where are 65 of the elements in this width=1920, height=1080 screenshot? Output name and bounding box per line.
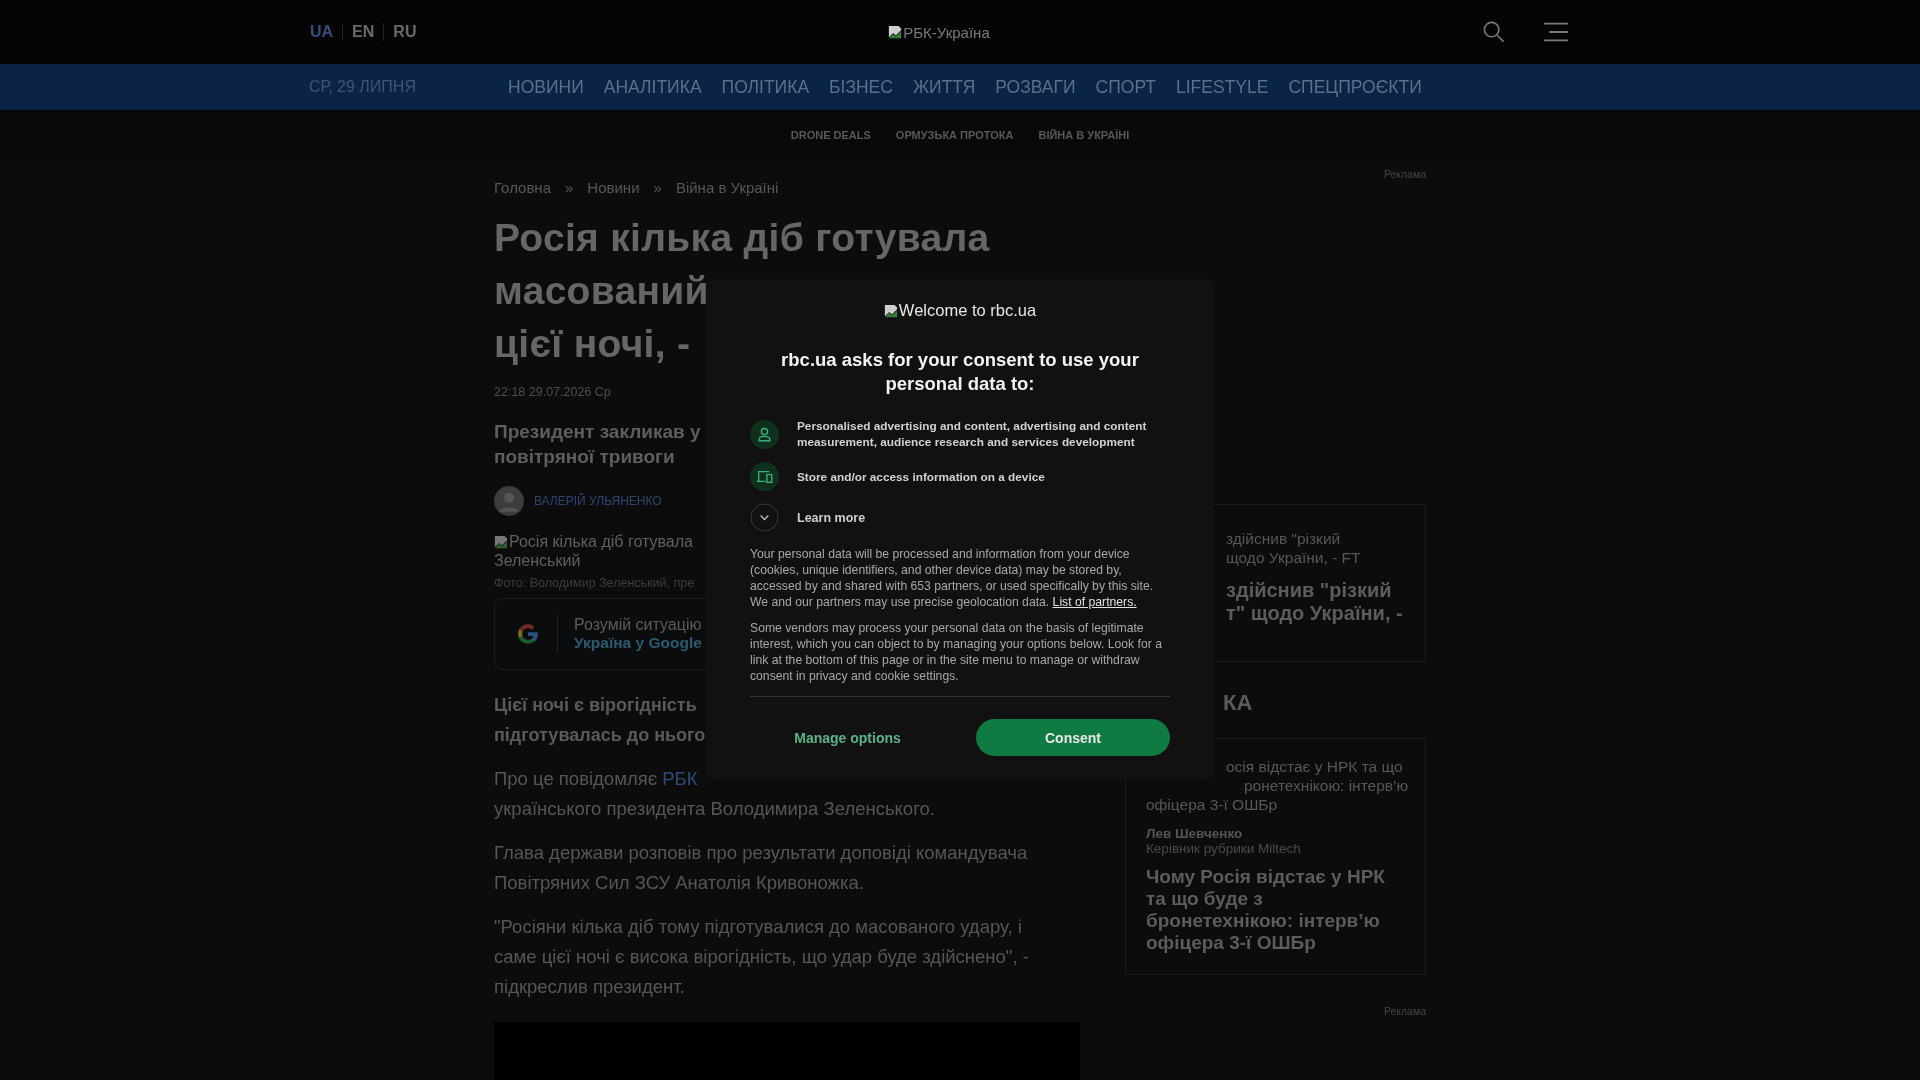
image-alt-text: Зеленський xyxy=(494,551,581,570)
nav-link[interactable]: ПОЛІТИКА xyxy=(721,76,810,98)
breadcrumb-link[interactable]: Головна xyxy=(494,179,551,196)
source-link[interactable]: РБК xyxy=(662,768,698,789)
interview-teaser: ронетехнікою: інтерв’ю xyxy=(1243,776,1409,795)
nav-link[interactable]: РОЗВАГИ xyxy=(995,76,1076,98)
google-card-text: Розумій ситуацію xyxy=(574,616,702,634)
headline: цієї ночі, - xyxy=(494,321,691,367)
headline: масований xyxy=(494,268,709,314)
nav-link[interactable]: АНАЛІТИКА xyxy=(603,76,702,98)
headline: Росія кілька діб готувала xyxy=(494,215,990,261)
lead-text: підготувалась до нього xyxy=(494,724,706,747)
language-link[interactable]: EN xyxy=(342,23,384,41)
interview-title: Чому Росія відстає у НРК та що буде з бронетехнікою: інтерв’ю офіцера 3-ї ОШБр xyxy=(1146,866,1386,954)
interview-teaser: осія відстає у НРК та що xyxy=(1225,757,1403,776)
purpose-text: Store and/or access information on a device xyxy=(797,468,1045,485)
broken-image-icon xyxy=(883,303,898,318)
google-link[interactable]: Україна у Google xyxy=(574,634,702,652)
interview-teaser: офіцера 3-ї ОШБр xyxy=(1146,795,1278,814)
ad-label: Реклама xyxy=(1382,1005,1426,1017)
author-role: Керівник рубрики Miltech xyxy=(1146,841,1301,856)
topic-link[interactable]: ОРМУЗЬКА ПРОТОКА xyxy=(895,129,1014,141)
ad-label: Реклама xyxy=(1382,168,1426,180)
manage-options-button[interactable]: Manage options xyxy=(750,729,945,746)
author-name: Лев Шевченко xyxy=(1146,826,1243,841)
consent-logo: Welcome to rbc.ua xyxy=(750,301,1170,320)
topic-link[interactable]: ВІЙНА В УКРАЇНІ xyxy=(1038,129,1130,141)
chevron-down-icon[interactable] xyxy=(750,503,779,532)
broken-image-icon xyxy=(888,25,903,39)
consent-button[interactable]: Consent xyxy=(976,719,1170,756)
publish-date: 22:18 29.07.2026 Ср xyxy=(494,385,611,399)
topic-link[interactable]: DRONE DEALS xyxy=(790,129,871,141)
breadcrumb-separator: » xyxy=(653,179,662,196)
menu-icon[interactable] xyxy=(1542,20,1570,44)
broken-image-icon xyxy=(494,534,508,549)
language-link[interactable]: RU xyxy=(383,23,426,41)
section-title: КА xyxy=(1222,690,1254,716)
breadcrumb-link[interactable]: Війна в Україні xyxy=(675,179,779,196)
google-icon xyxy=(515,621,541,647)
nav-link[interactable]: НОВИНИ xyxy=(508,76,584,98)
language-link[interactable]: UA xyxy=(308,23,343,41)
paragraph: "Росіяни кілька діб тому підготувалися до масованого удару, і саме цієї ночі є висока вірогідність, що удар буде здійснено", - підкреслив президент. xyxy=(494,915,1030,999)
nav-link[interactable]: СПЕЦПРОЄКТИ xyxy=(1288,76,1422,98)
news-teaser: щодо України, - FT xyxy=(1225,548,1361,567)
nav-link[interactable]: БІЗНЕС xyxy=(829,76,893,98)
nav-link[interactable]: СПОРТ xyxy=(1095,76,1156,98)
lead-text: Цієї ночі є вірогідність xyxy=(494,694,697,717)
devices-icon xyxy=(750,462,779,491)
consent-heading: rbc.ua asks for your consent to use your personal data to: xyxy=(780,348,1140,396)
breadcrumb-separator: » xyxy=(565,179,574,196)
author-link[interactable]: ВАЛЕРІЙ УЛЬЯНЕНКО xyxy=(534,494,662,508)
logo[interactable]: РБК-Україна xyxy=(888,23,990,41)
paragraph: Глава держави розповів про результати доповіді командувача Повітряних Сил ЗСУ Анатолія Кривоножка. xyxy=(494,841,1029,895)
nav-link[interactable]: LIFESTYLE xyxy=(1176,76,1269,98)
person-icon xyxy=(750,419,779,449)
news-title: т" щодо України, - xyxy=(1225,602,1403,625)
nav-link[interactable]: ЖИТТЯ xyxy=(912,76,976,98)
purpose-text: Personalised advertising and content, advertising and content measurement, audience research and services development xyxy=(797,418,1148,450)
learn-more-link[interactable]: Learn more xyxy=(797,510,866,525)
news-teaser: здійснив "різкий xyxy=(1225,529,1341,548)
subtitle: повітряної тривоги xyxy=(494,445,675,469)
breadcrumb-link[interactable]: Новини xyxy=(587,179,640,196)
image-alt-text: Росія кілька діб готувала xyxy=(509,532,693,551)
subtitle: Президент закликав у xyxy=(494,420,701,444)
avatar xyxy=(494,486,524,516)
